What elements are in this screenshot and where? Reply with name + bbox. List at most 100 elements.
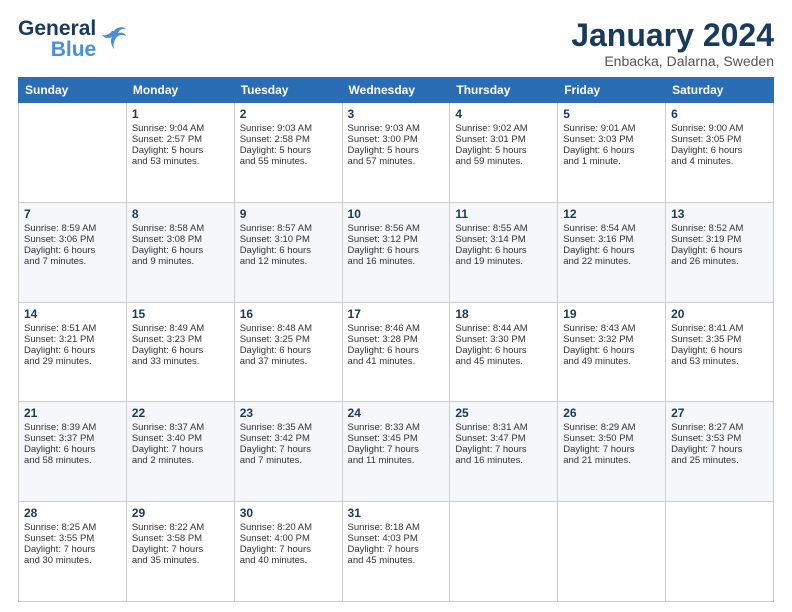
day-info-line: Daylight: 5 hours <box>348 145 445 156</box>
day-info-line: Daylight: 6 hours <box>24 345 121 356</box>
day-info-line: Sunset: 3:28 PM <box>348 334 445 345</box>
day-info-line: Sunrise: 8:58 AM <box>132 223 229 234</box>
table-cell: 2Sunrise: 9:03 AMSunset: 2:58 PMDaylight… <box>234 103 342 203</box>
day-info-line: Sunset: 3:58 PM <box>132 533 229 544</box>
table-cell: 27Sunrise: 8:27 AMSunset: 3:53 PMDayligh… <box>666 402 774 502</box>
day-info-line: and 53 minutes. <box>132 156 229 167</box>
table-cell <box>19 103 127 203</box>
day-info-line: Sunrise: 8:43 AM <box>563 323 660 334</box>
table-cell: 21Sunrise: 8:39 AMSunset: 3:37 PMDayligh… <box>19 402 127 502</box>
day-info-line: Sunrise: 8:56 AM <box>348 223 445 234</box>
table-cell: 8Sunrise: 8:58 AMSunset: 3:08 PMDaylight… <box>126 202 234 302</box>
day-info-line: Daylight: 6 hours <box>671 145 768 156</box>
day-number: 22 <box>132 406 229 420</box>
day-info-line: Daylight: 6 hours <box>563 145 660 156</box>
day-info-line: Daylight: 5 hours <box>240 145 337 156</box>
logo-blue: Blue <box>51 39 97 60</box>
day-info-line: Sunset: 3:30 PM <box>455 334 552 345</box>
day-info-line: Sunrise: 9:00 AM <box>671 123 768 134</box>
logo-general: General <box>18 18 96 39</box>
table-cell <box>666 502 774 602</box>
day-info-line: and 53 minutes. <box>671 356 768 367</box>
day-info-line: Sunrise: 8:51 AM <box>24 323 121 334</box>
table-cell: 7Sunrise: 8:59 AMSunset: 3:06 PMDaylight… <box>19 202 127 302</box>
day-info-line: Sunset: 3:42 PM <box>240 433 337 444</box>
day-info-line: Sunset: 3:47 PM <box>455 433 552 444</box>
day-info-line: Sunset: 3:05 PM <box>671 134 768 145</box>
day-info-line: and 45 minutes. <box>455 356 552 367</box>
day-info-line: and 29 minutes. <box>24 356 121 367</box>
table-cell: 10Sunrise: 8:56 AMSunset: 3:12 PMDayligh… <box>342 202 450 302</box>
day-info-line: and 22 minutes. <box>563 256 660 267</box>
day-info-line: Daylight: 6 hours <box>563 245 660 256</box>
day-number: 31 <box>348 506 445 520</box>
col-monday: Monday <box>126 78 234 103</box>
col-sunday: Sunday <box>19 78 127 103</box>
day-number: 26 <box>563 406 660 420</box>
table-cell: 31Sunrise: 8:18 AMSunset: 4:03 PMDayligh… <box>342 502 450 602</box>
day-info-line: Sunset: 3:53 PM <box>671 433 768 444</box>
title-block: January 2024 Enbacka, Dalarna, Sweden <box>571 18 774 69</box>
day-info-line: Sunset: 3:06 PM <box>24 234 121 245</box>
day-info-line: Sunset: 4:03 PM <box>348 533 445 544</box>
table-cell: 1Sunrise: 9:04 AMSunset: 2:57 PMDaylight… <box>126 103 234 203</box>
day-info-line: Daylight: 6 hours <box>348 245 445 256</box>
day-info-line: Sunset: 3:32 PM <box>563 334 660 345</box>
day-info-line: Sunrise: 9:03 AM <box>348 123 445 134</box>
table-cell: 22Sunrise: 8:37 AMSunset: 3:40 PMDayligh… <box>126 402 234 502</box>
day-info-line: and 49 minutes. <box>563 356 660 367</box>
day-info-line: Daylight: 6 hours <box>24 245 121 256</box>
day-info-line: Sunrise: 8:55 AM <box>455 223 552 234</box>
table-cell: 23 Sunrise: 8:35 AMSunset: 3:42 PMDayligh… <box>234 402 342 502</box>
day-info-line: and 40 minutes. <box>240 555 337 566</box>
day-number: 3 <box>348 107 445 121</box>
day-info-line: Sunrise: 8:49 AM <box>132 323 229 334</box>
day-info-line: Sunrise: 8:29 AM <box>563 422 660 433</box>
page: General Blue January 2024 Enbacka, Dalar… <box>0 0 792 612</box>
day-number: 6 <box>671 107 768 121</box>
day-info-line: Sunrise: 8:31 AM <box>455 422 552 433</box>
table-cell: 15Sunrise: 8:49 AMSunset: 3:23 PMDayligh… <box>126 302 234 402</box>
table-cell: 9Sunrise: 8:57 AMSunset: 3:10 PMDaylight… <box>234 202 342 302</box>
day-info-line: Sunset: 3:23 PM <box>132 334 229 345</box>
day-info-line: Sunset: 3:35 PM <box>671 334 768 345</box>
day-number: 29 <box>132 506 229 520</box>
table-cell: 3 Sunrise: 9:03 AMSunset: 3:00 PMDaylight… <box>342 103 450 203</box>
day-info-line: and 7 minutes. <box>24 256 121 267</box>
table-cell: 17Sunrise: 8:46 AMSunset: 3:28 PMDayligh… <box>342 302 450 402</box>
day-info-line: Sunset: 3:21 PM <box>24 334 121 345</box>
day-info-line: and 26 minutes. <box>671 256 768 267</box>
calendar-header-row: Sunday Monday Tuesday Wednesday Thursday… <box>19 78 774 103</box>
day-info-line: Sunset: 3:14 PM <box>455 234 552 245</box>
day-number: 18 <box>455 307 552 321</box>
day-number: 16 <box>240 307 337 321</box>
day-info-line: Sunset: 2:57 PM <box>132 134 229 145</box>
day-info-line: Sunrise: 8:57 AM <box>240 223 337 234</box>
table-cell: 18Sunrise: 8:44 AMSunset: 3:30 PMDayligh… <box>450 302 558 402</box>
day-info-line: Sunset: 3:00 PM <box>348 134 445 145</box>
day-info-line: and 25 minutes. <box>671 455 768 466</box>
day-number: 27 <box>671 406 768 420</box>
day-info-line: and 57 minutes. <box>348 156 445 167</box>
table-cell: 14 Sunrise: 8:51 AMSunset: 3:21 PMDayligh… <box>19 302 127 402</box>
day-info-line: Sunset: 3:10 PM <box>240 234 337 245</box>
day-info-line: Daylight: 6 hours <box>240 345 337 356</box>
day-info-line: and 1 minute. <box>563 156 660 167</box>
day-info-line: Daylight: 6 hours <box>563 345 660 356</box>
day-info-line: Daylight: 7 hours <box>240 444 337 455</box>
day-number: 11 <box>455 207 552 221</box>
day-info-line: Sunrise: 8:35 AM <box>240 422 337 433</box>
day-number: 23 <box>240 406 337 420</box>
day-number: 14 <box>24 307 121 321</box>
day-info-line: Daylight: 7 hours <box>671 444 768 455</box>
table-cell: 11Sunrise: 8:55 AMSunset: 3:14 PMDayligh… <box>450 202 558 302</box>
day-number: 17 <box>348 307 445 321</box>
day-info-line: Daylight: 7 hours <box>24 544 121 555</box>
table-cell: 29Sunrise: 8:22 AMSunset: 3:58 PMDayligh… <box>126 502 234 602</box>
day-info-line: Sunset: 2:58 PM <box>240 134 337 145</box>
day-number: 9 <box>240 207 337 221</box>
day-info-line: Daylight: 6 hours <box>24 444 121 455</box>
day-info-line: and 58 minutes. <box>24 455 121 466</box>
day-info-line: Daylight: 7 hours <box>132 544 229 555</box>
day-info-line: and 33 minutes. <box>132 356 229 367</box>
